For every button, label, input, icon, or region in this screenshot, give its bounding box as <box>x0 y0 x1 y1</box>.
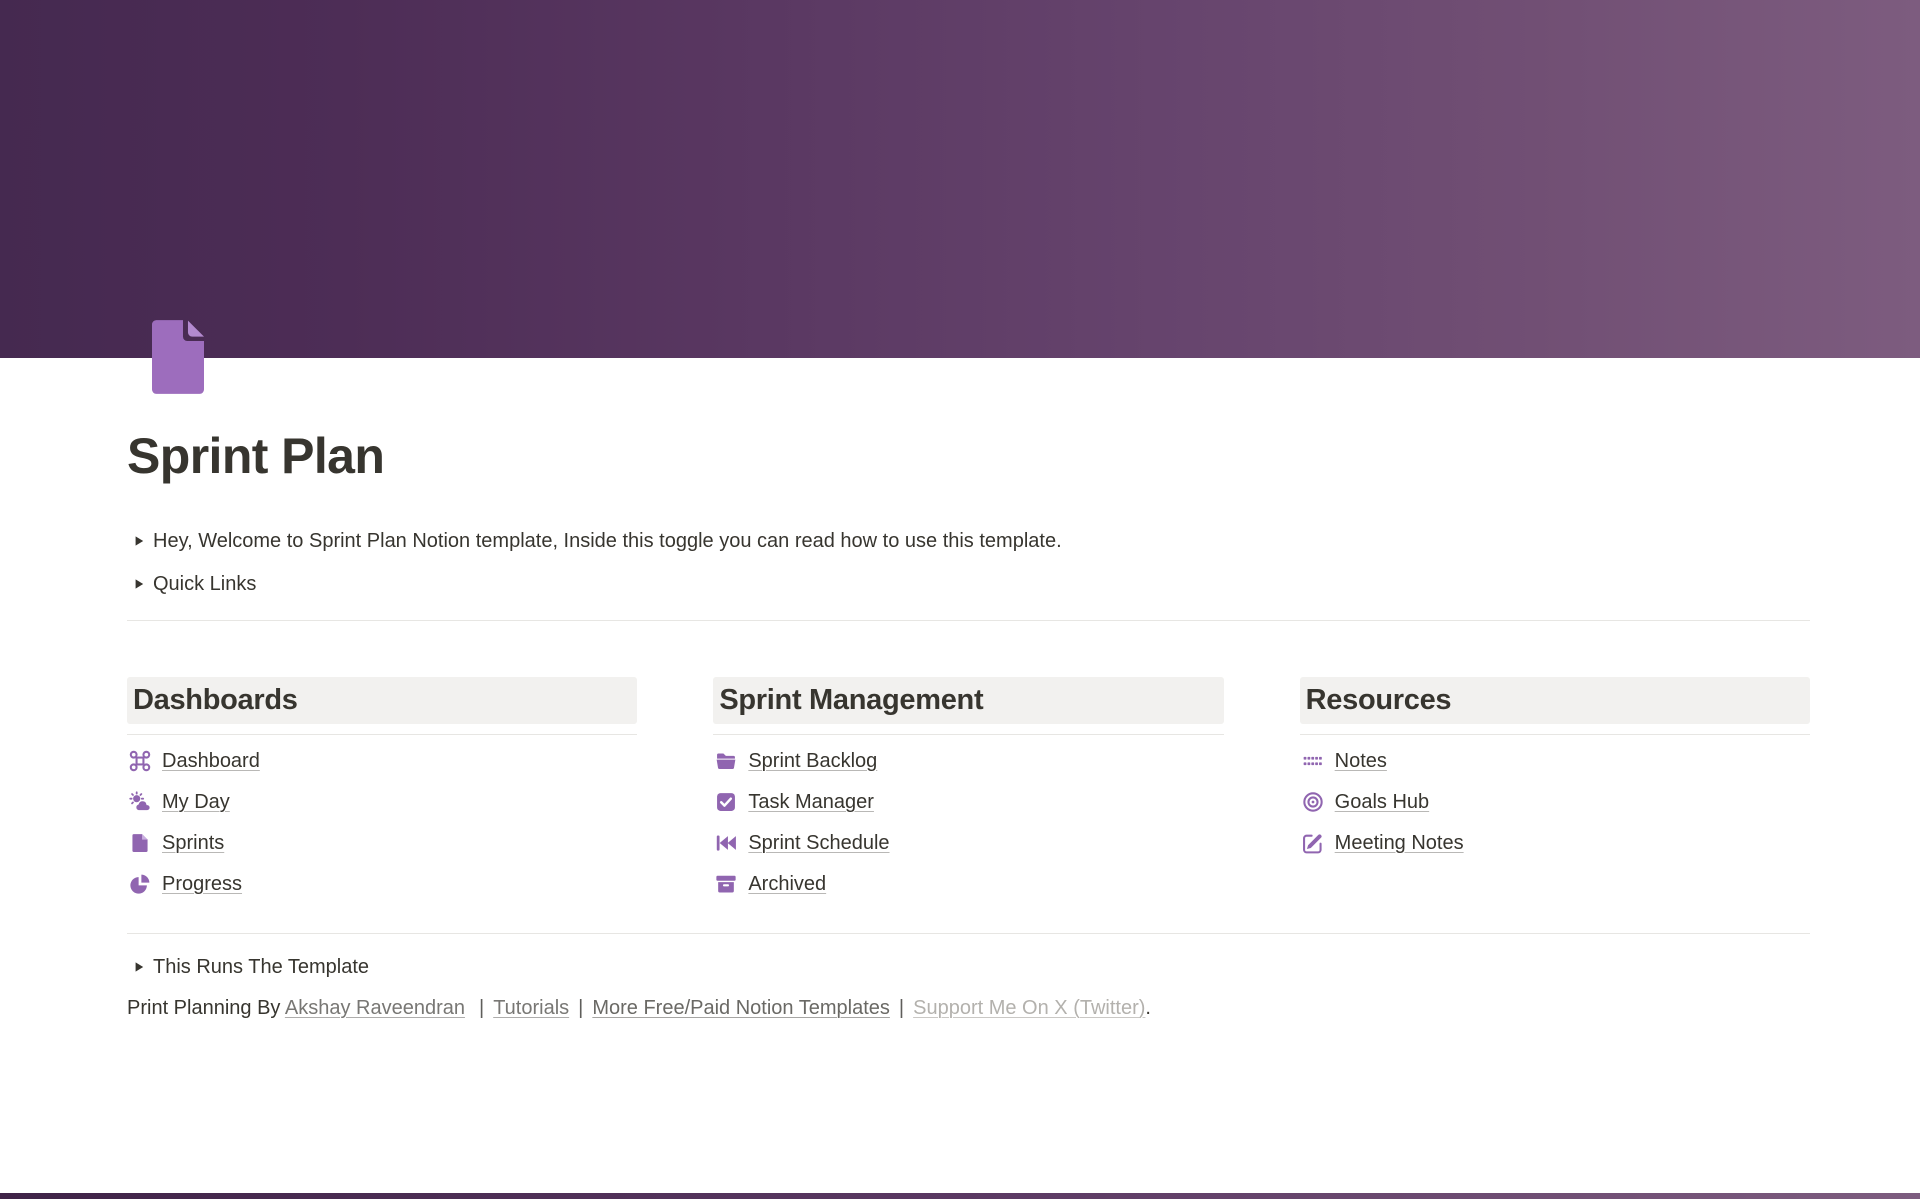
link-label[interactable]: Progress <box>162 871 242 898</box>
toggle-triangle-icon[interactable] <box>127 961 153 973</box>
toggle-quick-links-label: Quick Links <box>153 571 256 598</box>
link-label[interactable]: Sprints <box>162 830 224 857</box>
divider <box>127 734 637 735</box>
toggle-triangle-icon[interactable] <box>127 578 153 590</box>
column-dashboards: Dashboards Dashboard <box>127 677 637 905</box>
divider <box>1300 734 1810 735</box>
page-icon <box>129 832 151 854</box>
link-label[interactable]: Sprint Schedule <box>748 830 889 857</box>
link-sprints[interactable]: Sprints <box>127 823 637 864</box>
link-sprint-schedule[interactable]: Sprint Schedule <box>713 823 1223 864</box>
cover-image <box>0 0 1920 358</box>
footer-prefix: Print Planning By <box>127 997 285 1019</box>
support-link[interactable]: Support Me On X (Twitter) <box>913 997 1145 1019</box>
keyboard-icon <box>1302 750 1324 772</box>
toggle-welcome-label: Hey, Welcome to Sprint Plan Notion templ… <box>153 528 1062 555</box>
compose-icon <box>1302 832 1324 854</box>
link-label[interactable]: Goals Hub <box>1335 789 1430 816</box>
toggle-runs-template-label: This Runs The Template <box>153 954 369 981</box>
column-resources: Resources Notes <box>1300 677 1810 905</box>
link-notes[interactable]: Notes <box>1300 741 1810 782</box>
rewind-icon <box>715 832 737 854</box>
toggle-quick-links[interactable]: Quick Links <box>127 563 1810 606</box>
divider <box>127 933 1810 934</box>
link-my-day[interactable]: My Day <box>127 782 637 823</box>
document-icon <box>145 318 211 396</box>
target-icon <box>1302 791 1324 813</box>
footer-separator: | <box>899 997 904 1019</box>
divider <box>713 734 1223 735</box>
columns-section: Dashboards Dashboard <box>127 677 1810 905</box>
toggle-runs-template[interactable]: This Runs The Template <box>127 946 1810 989</box>
footer-suffix: . <box>1145 997 1151 1019</box>
column-sprint-management: Sprint Management Sprint Backlog <box>713 677 1223 905</box>
pie-chart-icon <box>129 873 151 895</box>
page-icon[interactable] <box>145 318 211 396</box>
sun-cloud-icon <box>129 791 151 813</box>
link-dashboard[interactable]: Dashboard <box>127 741 637 782</box>
link-label[interactable]: Notes <box>1335 748 1387 775</box>
column-heading: Sprint Management <box>713 677 1223 724</box>
link-task-manager[interactable]: Task Manager <box>713 782 1223 823</box>
column-heading: Dashboards <box>127 677 637 724</box>
toggle-triangle-icon[interactable] <box>127 535 153 547</box>
author-link[interactable]: Akshay Raveendran <box>285 997 465 1019</box>
command-icon <box>129 750 151 772</box>
archive-icon <box>715 873 737 895</box>
link-archived[interactable]: Archived <box>713 864 1223 905</box>
column-heading: Resources <box>1300 677 1810 724</box>
bottom-page-strip <box>0 1193 1920 1199</box>
toggle-welcome[interactable]: Hey, Welcome to Sprint Plan Notion templ… <box>127 520 1810 563</box>
page-content: Sprint Plan Hey, Welcome to Sprint Plan … <box>0 318 1920 1022</box>
checkbox-icon <box>715 791 737 813</box>
link-label[interactable]: My Day <box>162 789 230 816</box>
footer-credits: Print Planning By Akshay Raveendran | Tuto… <box>127 995 1810 1022</box>
divider <box>127 620 1810 621</box>
page-title[interactable]: Sprint Plan <box>127 426 1810 486</box>
link-label[interactable]: Meeting Notes <box>1335 830 1464 857</box>
footer-separator: | <box>578 997 583 1019</box>
link-goals-hub[interactable]: Goals Hub <box>1300 782 1810 823</box>
footer-separator: | <box>479 997 484 1019</box>
link-sprint-backlog[interactable]: Sprint Backlog <box>713 741 1223 782</box>
templates-link[interactable]: More Free/Paid Notion Templates <box>592 997 890 1019</box>
folder-icon <box>715 750 737 772</box>
link-label[interactable]: Sprint Backlog <box>748 748 877 775</box>
link-label[interactable]: Dashboard <box>162 748 260 775</box>
link-meeting-notes[interactable]: Meeting Notes <box>1300 823 1810 864</box>
link-label[interactable]: Task Manager <box>748 789 874 816</box>
tutorials-link[interactable]: Tutorials <box>493 997 569 1019</box>
link-label[interactable]: Archived <box>748 871 826 898</box>
link-progress[interactable]: Progress <box>127 864 637 905</box>
